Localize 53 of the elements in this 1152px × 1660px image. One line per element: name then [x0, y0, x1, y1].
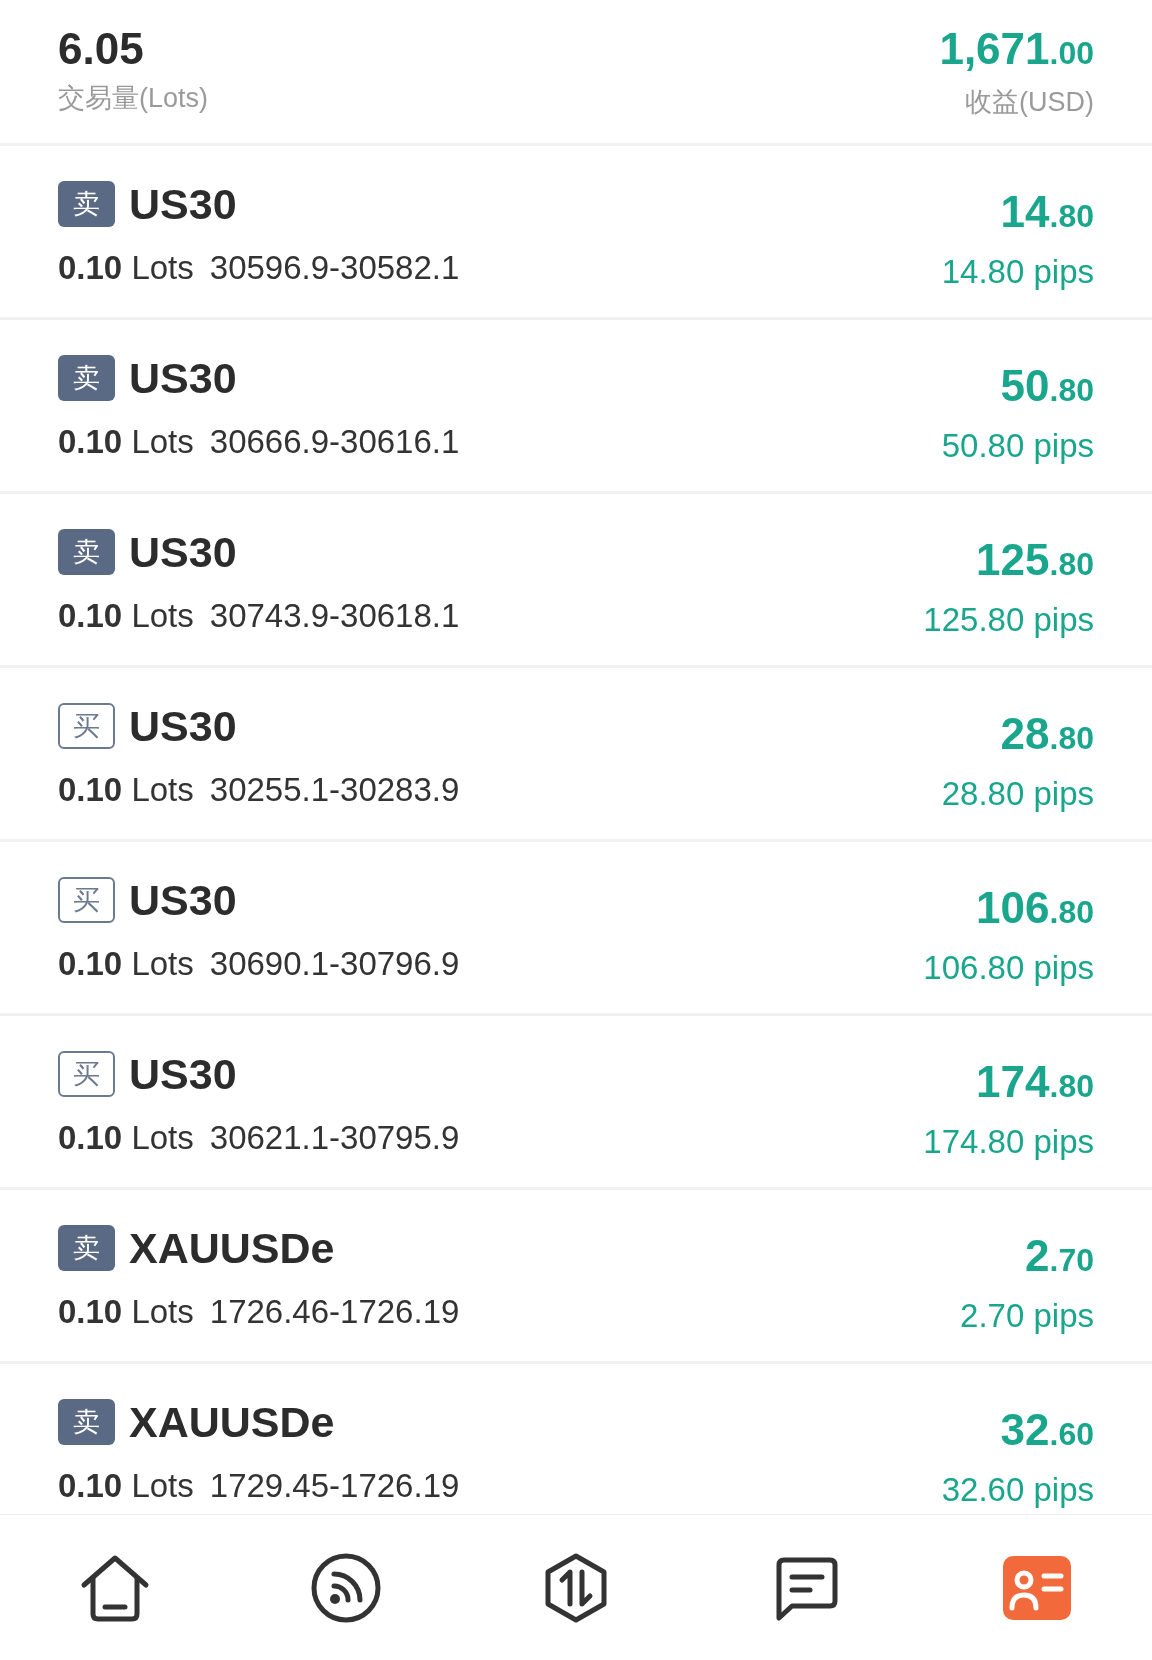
profit-label: 收益(USD)	[965, 86, 1094, 119]
symbol-name: US30	[129, 1050, 237, 1098]
price-range: 1726.46-1726.19	[209, 1292, 460, 1332]
lot-size: 0.10 Lots	[58, 422, 194, 462]
profit-value: 14.80	[1000, 188, 1094, 238]
pips-value: 50.80 pips	[941, 426, 1094, 466]
pips-value: 32.60 pips	[941, 1470, 1094, 1510]
price-range: 1729.45-1726.19	[209, 1466, 460, 1506]
sell-tag: 卖	[58, 355, 115, 401]
pips-value: 174.80 pips	[923, 1122, 1094, 1162]
lot-size: 0.10 Lots	[58, 596, 194, 636]
sell-tag: 卖	[58, 1399, 115, 1445]
buy-tag: 买	[58, 1051, 115, 1097]
lot-size: 0.10 Lots	[58, 248, 194, 288]
profit-total: 1,671.00	[939, 24, 1094, 75]
price-range: 30743.9-30618.1	[209, 596, 460, 636]
profit-value: 125.80	[976, 536, 1094, 586]
sell-tag: 卖	[58, 1225, 115, 1271]
price-range: 30255.1-30283.9	[209, 770, 460, 810]
pips-value: 14.80 pips	[941, 252, 1094, 292]
symbol-name: US30	[129, 702, 237, 750]
volume-value: 6.05	[58, 24, 144, 74]
symbol-name: US30	[129, 180, 237, 228]
symbol-name: US30	[129, 354, 237, 402]
lot-size: 0.10 Lots	[58, 1118, 194, 1158]
sell-tag: 卖	[58, 181, 115, 227]
lot-size: 0.10 Lots	[58, 944, 194, 984]
profit-value: 32.60	[1000, 1406, 1094, 1456]
pips-value: 125.80 pips	[923, 600, 1094, 640]
symbol-name: XAUUSDe	[129, 1398, 335, 1446]
profit-value: 2.70	[1025, 1232, 1094, 1282]
price-range: 30596.9-30582.1	[209, 248, 460, 288]
lot-size: 0.10 Lots	[58, 1292, 194, 1332]
profit-value: 106.80	[976, 884, 1094, 934]
rss-icon	[309, 1551, 382, 1624]
pips-value: 106.80 pips	[923, 948, 1094, 988]
volume-label: 交易量(Lots)	[58, 82, 209, 115]
profit-value: 28.80	[1000, 710, 1094, 760]
price-range: 30690.1-30796.9	[209, 944, 460, 984]
buy-tag: 买	[58, 877, 115, 923]
price-range: 30666.9-30616.1	[209, 422, 460, 462]
profit-value: 174.80	[976, 1058, 1094, 1108]
lot-size: 0.10 Lots	[58, 1466, 194, 1506]
pips-value: 2.70 pips	[960, 1296, 1094, 1336]
symbol-name: XAUUSDe	[129, 1224, 335, 1272]
symbol-name: US30	[129, 528, 237, 576]
lot-size: 0.10 Lots	[58, 770, 194, 810]
sell-tag: 卖	[58, 529, 115, 575]
pips-value: 28.80 pips	[941, 774, 1094, 814]
buy-tag: 买	[58, 703, 115, 749]
profit-value: 50.80	[1000, 362, 1094, 412]
symbol-name: US30	[129, 876, 237, 924]
price-range: 30621.1-30795.9	[209, 1118, 460, 1158]
